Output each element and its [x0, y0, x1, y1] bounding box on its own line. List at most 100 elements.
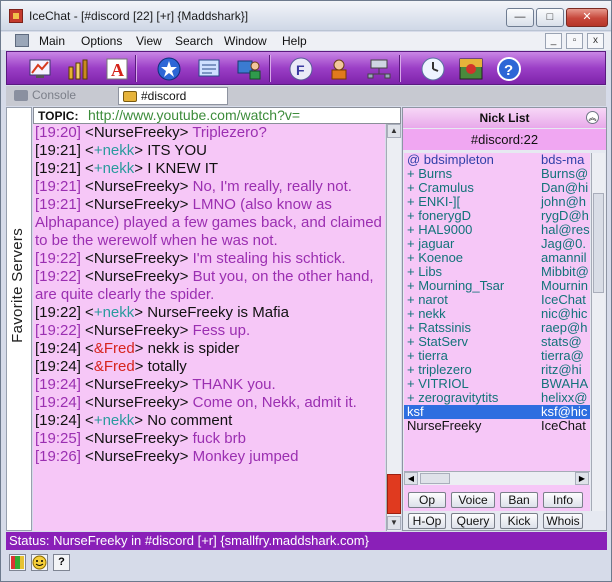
- kick-button[interactable]: Kick: [500, 513, 538, 529]
- nick-list[interactable]: @ bdsimpleton bds-ma + Burns Burns@ + Cramul…: [404, 153, 590, 511]
- chat-nick[interactable]: &Fred: [94, 358, 135, 375]
- chat-nick[interactable]: NurseFreeky: [94, 448, 180, 465]
- tab-console[interactable]: Console: [10, 87, 76, 105]
- collapse-icon[interactable]: ︽: [586, 111, 599, 124]
- chat-nick[interactable]: +nekk: [94, 160, 134, 177]
- chat-nick[interactable]: NurseFreeky: [94, 268, 180, 285]
- tab-discord[interactable]: #discord: [118, 87, 228, 105]
- title-bar[interactable]: IceChat - [#discord [22] [+r] {Maddshark…: [1, 1, 611, 31]
- close-button[interactable]: ✕: [566, 8, 608, 27]
- menu-help[interactable]: Help: [282, 34, 307, 48]
- menu-search[interactable]: Search: [175, 34, 213, 48]
- scroll-down-arrow-icon[interactable]: ▼: [387, 516, 401, 530]
- nick-list-item[interactable]: + ENKI-][john@h: [404, 195, 590, 209]
- nick-list-item[interactable]: + Koenoe amannil: [404, 251, 590, 265]
- chat-timestamp: [19:20]: [35, 124, 81, 141]
- theme-icon[interactable]: [457, 55, 485, 82]
- nick-list-item[interactable]: + narot IceChat: [404, 293, 590, 307]
- chat-nick[interactable]: NurseFreeky: [94, 178, 180, 195]
- icechat-app-icon[interactable]: [9, 9, 23, 23]
- op-button[interactable]: Op: [408, 492, 446, 508]
- color-palette-icon[interactable]: [9, 554, 26, 571]
- nick-list-item[interactable]: + StatServ stats@: [404, 335, 590, 349]
- mdi-minimize-button[interactable]: _: [545, 33, 562, 49]
- chat-nick[interactable]: NurseFreeky: [94, 394, 180, 411]
- nick-host: ritz@hi: [541, 362, 582, 377]
- nick-list-item[interactable]: + Ratssinis raep@h: [404, 321, 590, 335]
- chat-nick[interactable]: +nekk: [94, 412, 134, 429]
- channel-list-icon[interactable]: [195, 55, 223, 82]
- topic-link[interactable]: http://www.youtube.com/watch?v=: [88, 108, 300, 123]
- quick-connect-icon[interactable]: [27, 55, 55, 82]
- nick-list-item[interactable]: @ bdsimpleton bds-ma: [404, 153, 590, 167]
- tools-icon[interactable]: [65, 55, 93, 82]
- user-icon[interactable]: [235, 55, 263, 82]
- maximize-button[interactable]: □: [536, 8, 564, 27]
- chat-nick[interactable]: NurseFreeky: [94, 250, 180, 267]
- chat-nick[interactable]: +nekk: [94, 304, 134, 321]
- nick-list-scroll-thumb[interactable]: [593, 193, 604, 293]
- chat-nick[interactable]: NurseFreeky: [94, 430, 180, 447]
- nick-list-panel: Nick List ︽ #discord:22 @ bdsimpleton bds…: [402, 107, 607, 531]
- voice-button[interactable]: Voice: [451, 492, 495, 508]
- minimize-button[interactable]: —: [506, 8, 534, 27]
- mdi-close-button[interactable]: x: [587, 33, 604, 49]
- nick-list-item[interactable]: + HAL9000 hal@res: [404, 223, 590, 237]
- nick-list-scrollbar[interactable]: [591, 153, 605, 511]
- favorite-servers-panel[interactable]: Favorite Servers: [6, 107, 32, 531]
- nick-list-item[interactable]: + zerogravitytits helixx@: [404, 391, 590, 405]
- help-question-button[interactable]: ?: [53, 554, 70, 571]
- nick-list-item[interactable]: + Cramulus Dan@hi: [404, 181, 590, 195]
- chat-nick[interactable]: +nekk: [94, 142, 134, 159]
- ban-button[interactable]: Ban: [500, 492, 538, 508]
- nick-list-item[interactable]: + nekk nic@hic: [404, 307, 590, 321]
- font-icon[interactable]: A: [103, 55, 131, 82]
- scroll-right-arrow-icon[interactable]: ▶: [575, 472, 589, 485]
- chat-message: No, I'm really, really not.: [192, 178, 352, 195]
- info-button[interactable]: Info: [543, 492, 583, 508]
- favorites-star-icon[interactable]: [155, 55, 183, 82]
- menu-window[interactable]: Window: [224, 34, 267, 48]
- nick-list-item[interactable]: + jaguar Jag@0.: [404, 237, 590, 251]
- whois-button[interactable]: Whois: [543, 513, 583, 529]
- chat-nick[interactable]: NurseFreeky: [94, 322, 180, 339]
- chat-nick[interactable]: NurseFreeky: [94, 124, 180, 141]
- chat-scroll-thumb[interactable]: [387, 474, 401, 514]
- nick-list-item[interactable]: + VITRIOL BWAHA: [404, 377, 590, 391]
- menu-view[interactable]: View: [136, 34, 162, 48]
- nick-list-item[interactable]: ksf ksf@hic: [404, 405, 590, 419]
- chat-nick[interactable]: &Fred: [94, 340, 135, 357]
- nick-list-item[interactable]: + Libs Mibbit@: [404, 265, 590, 279]
- chat-nick[interactable]: NurseFreeky: [94, 376, 180, 393]
- chat-line: [19:20] <NurseFreeky> Triplezero?: [35, 124, 267, 141]
- child-window-icon[interactable]: [15, 34, 29, 47]
- nick-list-item[interactable]: + Mourning_Tsar Mournin: [404, 279, 590, 293]
- chat-nick[interactable]: NurseFreeky: [94, 196, 180, 213]
- query-button[interactable]: Query: [451, 513, 495, 529]
- nick-list-item[interactable]: + fonerygD rygD@h: [404, 209, 590, 223]
- nick-list-hscroll-thumb[interactable]: [420, 473, 450, 484]
- nick-list-item[interactable]: + Burns Burns@: [404, 167, 590, 181]
- menu-main[interactable]: Main: [39, 34, 65, 48]
- chat-timestamp: [19:24]: [35, 376, 81, 393]
- nick-host: bds-ma: [541, 153, 585, 167]
- emoticon-icon[interactable]: [31, 554, 48, 571]
- chat-scrollbar[interactable]: ▲ ▼: [386, 124, 401, 531]
- h-op-button[interactable]: H-Op: [408, 513, 446, 529]
- nick-name: + Koenoe: [407, 250, 464, 265]
- scroll-left-arrow-icon[interactable]: ◀: [404, 472, 418, 485]
- scroll-up-arrow-icon[interactable]: ▲: [387, 124, 401, 138]
- nick-list-item[interactable]: + tierra tierra@: [404, 349, 590, 363]
- chat-window[interactable]: [19:20] <NurseFreeky> Triplezero? [19:21]…: [33, 124, 385, 531]
- clock-icon[interactable]: [419, 55, 447, 82]
- menu-options[interactable]: Options: [81, 34, 122, 48]
- nick-list-hscrollbar[interactable]: ◀ ▶: [404, 471, 590, 485]
- nick-list-item[interactable]: + triplezero ritz@hi: [404, 363, 590, 377]
- fserve-icon[interactable]: F: [287, 55, 315, 82]
- nick-list-item[interactable]: NurseFreeky IceChat: [404, 419, 590, 433]
- chat-line: [19:21] <+nekk> I KNEW IT: [35, 160, 219, 177]
- mdi-restore-button[interactable]: ▫: [566, 33, 583, 49]
- network-icon[interactable]: [365, 55, 393, 82]
- away-icon[interactable]: [325, 55, 353, 82]
- help-icon[interactable]: ?: [495, 55, 523, 82]
